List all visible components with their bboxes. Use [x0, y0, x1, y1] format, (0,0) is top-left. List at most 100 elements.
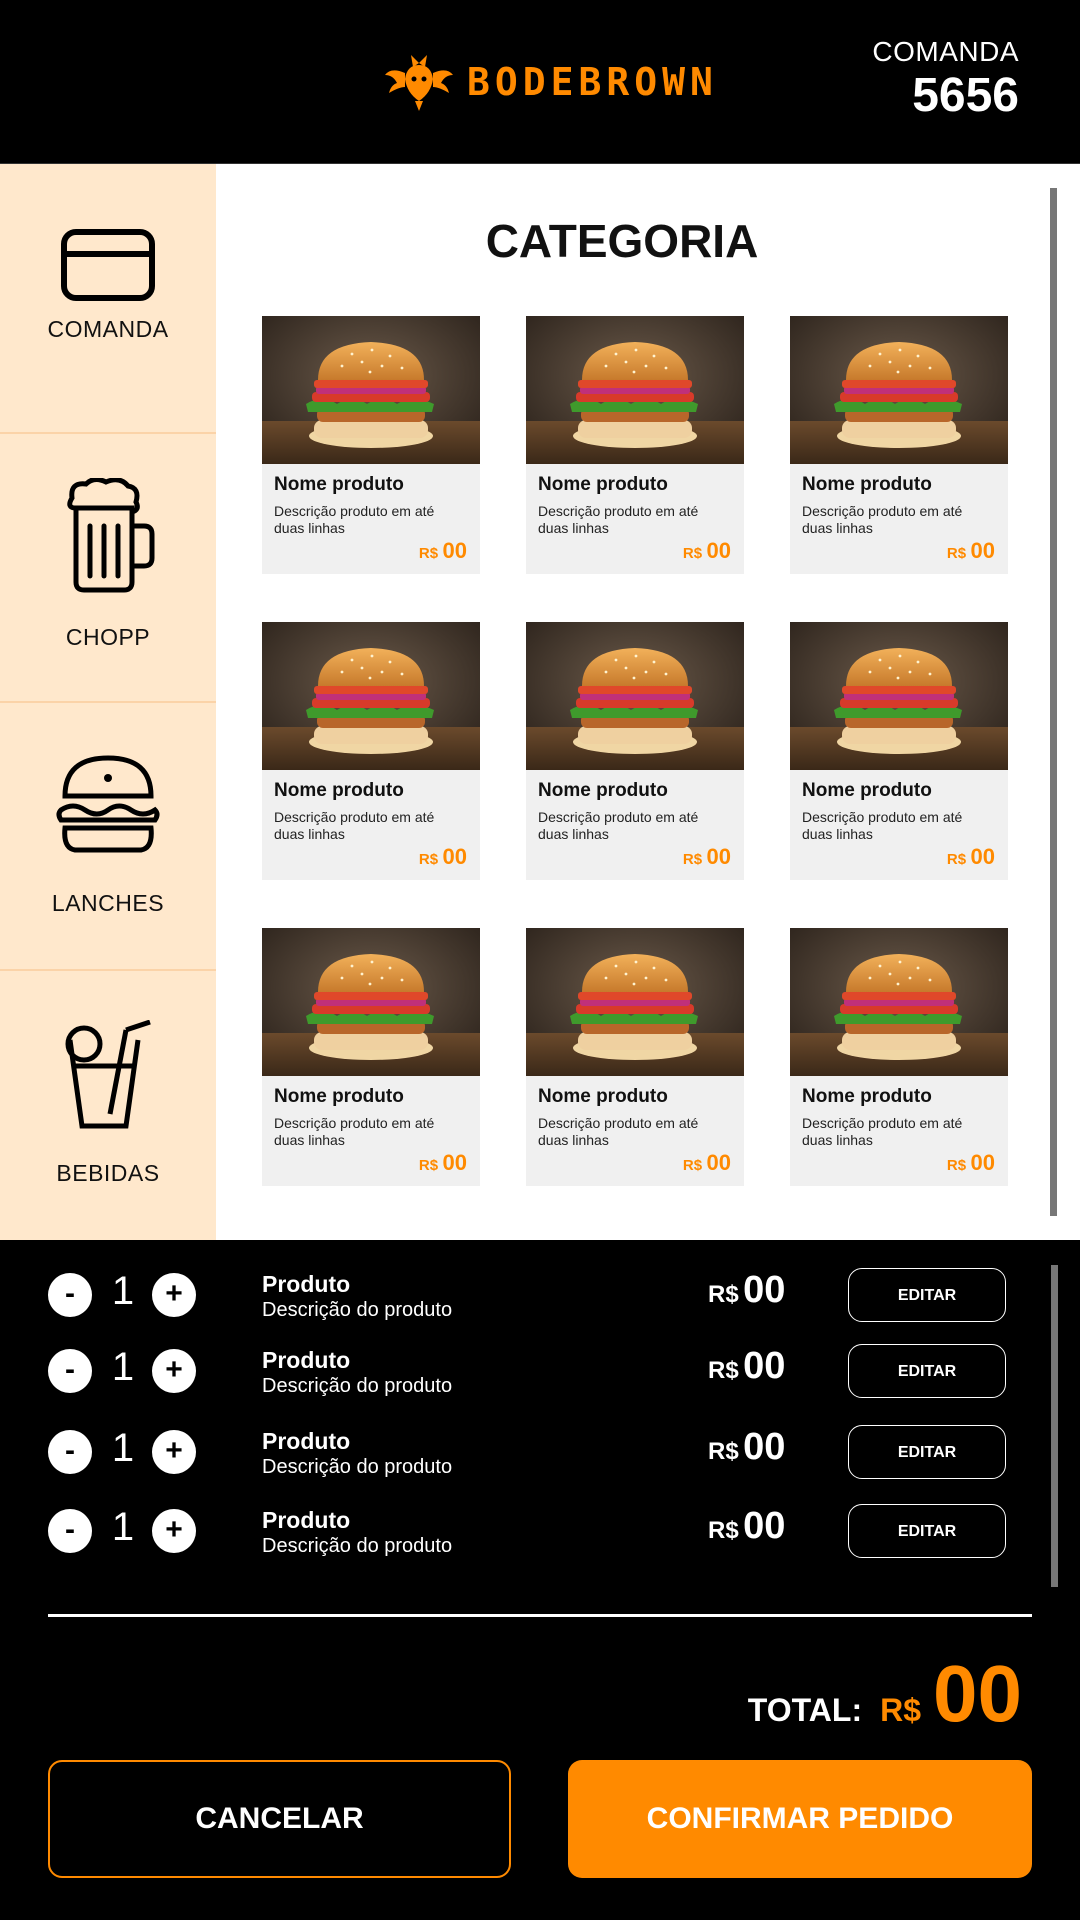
product-card[interactable]: Nome produto Descrição produto em até du…	[790, 316, 1008, 574]
sidebar-item-label: COMANDA	[47, 316, 169, 342]
order-item-row: - 1 + Produto Descrição do produto R$ 00…	[0, 1422, 1080, 1482]
product-name: Nome produto	[802, 1086, 932, 1107]
comanda-info: COMANDA 5656	[872, 36, 1019, 123]
price-value: 00	[743, 1505, 786, 1547]
product-card[interactable]: Nome produto Descrição produto em até du…	[790, 928, 1008, 1186]
quantity-value: 1	[111, 1426, 135, 1470]
sidebar-item-label: LANCHES	[51, 890, 165, 916]
sidebar-item-label: BEBIDAS	[56, 1160, 160, 1186]
product-price: R$ 00	[419, 844, 467, 870]
product-description: Descrição produto em até duas linhas	[274, 1115, 435, 1148]
price-value: 00	[743, 1426, 786, 1468]
burger-photo	[262, 316, 480, 464]
product-name: Nome produto	[802, 780, 932, 801]
category-title: CATEGORIA	[485, 215, 759, 267]
product-description: Descrição produto em até duas linhas	[802, 1115, 963, 1148]
burger-photo	[526, 928, 744, 1076]
decrease-quantity-button[interactable]: -	[48, 1509, 92, 1553]
order-item-price: R$ 00	[708, 1426, 785, 1469]
product-card[interactable]: Nome produto Descrição produto em até du…	[526, 316, 744, 574]
total-value: 00	[933, 1649, 1022, 1738]
product-name: Nome produto	[538, 474, 668, 495]
category-sidebar: COMANDA CHOPP LANCHES BEBIDAS	[0, 164, 216, 1240]
product-price: R$ 00	[683, 844, 731, 870]
decrease-quantity-button[interactable]: -	[48, 1273, 92, 1317]
order-total: TOTAL: R$ 00	[748, 1648, 1022, 1740]
order-item-name: Produto	[262, 1347, 351, 1373]
price-value: 00	[442, 1150, 467, 1175]
decrease-quantity-button[interactable]: -	[48, 1430, 92, 1474]
product-name: Nome produto	[802, 474, 932, 495]
order-item-row: - 1 + Produto Descrição do produto R$ 00…	[0, 1341, 1080, 1401]
product-card[interactable]: Nome produto Descrição produto em até du…	[262, 316, 480, 574]
drink-glass-icon	[65, 1020, 151, 1129]
order-item-name: Produto	[262, 1507, 351, 1533]
product-card[interactable]: Nome produto Descrição produto em até du…	[526, 928, 744, 1186]
sidebar-item-lanches[interactable]: LANCHES	[0, 752, 216, 917]
card-icon	[61, 229, 155, 301]
price-value: 00	[442, 844, 467, 869]
order-item-description: Descrição do produto	[262, 1535, 453, 1557]
edit-button[interactable]: EDITAR	[848, 1344, 1006, 1398]
cancel-button[interactable]: CANCELAR	[48, 1760, 511, 1878]
app-header: BODEBROWN COMANDA 5656	[0, 0, 1080, 164]
sidebar-divider	[0, 969, 216, 971]
currency: R$	[682, 851, 703, 868]
quantity-value: 1	[111, 1269, 135, 1313]
product-description: Descrição produto em até duas linhas	[802, 503, 963, 536]
product-price: R$ 00	[947, 538, 995, 564]
brand-name: BODEBROWN	[467, 60, 718, 104]
order-item-price: R$ 00	[708, 1269, 785, 1312]
order-item-price: R$ 00	[708, 1505, 785, 1548]
burger-photo	[262, 622, 480, 770]
product-name: Nome produto	[274, 780, 404, 801]
sidebar-item-chopp[interactable]: CHOPP	[0, 478, 216, 651]
product-scrollbar[interactable]	[1050, 188, 1057, 1216]
price-value: 00	[743, 1345, 786, 1387]
order-divider	[48, 1614, 1032, 1617]
sidebar-item-bebidas[interactable]: BEBIDAS	[0, 1020, 216, 1187]
order-scrollbar[interactable]	[1051, 1265, 1058, 1587]
currency: R$	[946, 851, 967, 868]
quantity-value: 1	[111, 1505, 135, 1549]
order-item-description: Descrição do produto	[262, 1375, 453, 1397]
order-item-description: Descrição do produto	[262, 1456, 453, 1478]
increase-quantity-button[interactable]: +	[152, 1349, 196, 1393]
increase-quantity-button[interactable]: +	[152, 1509, 196, 1553]
price-value: 00	[706, 538, 731, 563]
product-card[interactable]: Nome produto Descrição produto em até du…	[526, 622, 744, 880]
product-price: R$ 00	[419, 538, 467, 564]
product-description: Descrição produto em até duas linhas	[538, 503, 699, 536]
product-price: R$ 00	[947, 1150, 995, 1176]
order-item-name: Produto	[262, 1428, 351, 1454]
edit-button[interactable]: EDITAR	[848, 1504, 1006, 1558]
order-item-name: Produto	[262, 1271, 351, 1297]
price-value: 00	[970, 844, 995, 869]
product-description: Descrição produto em até duas linhas	[274, 503, 435, 536]
comanda-label: COMANDA	[872, 36, 1019, 67]
order-item-row: - 1 + Produto Descrição do produto R$ 00…	[0, 1501, 1080, 1561]
currency: R$	[708, 1357, 739, 1384]
product-card[interactable]: Nome produto Descrição produto em até du…	[790, 622, 1008, 880]
price-value: 00	[970, 538, 995, 563]
sidebar-item-comanda[interactable]: COMANDA	[0, 228, 216, 343]
product-description: Descrição produto em até duas linhas	[274, 809, 435, 842]
increase-quantity-button[interactable]: +	[152, 1430, 196, 1474]
price-value: 00	[706, 1150, 731, 1175]
edit-button[interactable]: EDITAR	[848, 1268, 1006, 1322]
product-description: Descrição produto em até duas linhas	[802, 809, 963, 842]
order-item-price: R$ 00	[708, 1345, 785, 1388]
currency: R$	[946, 545, 967, 562]
burger-photo	[790, 928, 1008, 1076]
edit-button[interactable]: EDITAR	[848, 1425, 1006, 1479]
confirm-order-button[interactable]: CONFIRMAR PEDIDO	[568, 1760, 1032, 1878]
currency: R$	[708, 1517, 739, 1544]
decrease-quantity-button[interactable]: -	[48, 1349, 92, 1393]
price-value: 00	[706, 844, 731, 869]
increase-quantity-button[interactable]: +	[152, 1273, 196, 1317]
product-card[interactable]: Nome produto Descrição produto em até du…	[262, 928, 480, 1186]
price-value: 00	[970, 1150, 995, 1175]
burger-photo	[262, 928, 480, 1076]
product-card[interactable]: Nome produto Descrição produto em até du…	[262, 622, 480, 880]
currency: R$	[708, 1281, 739, 1308]
